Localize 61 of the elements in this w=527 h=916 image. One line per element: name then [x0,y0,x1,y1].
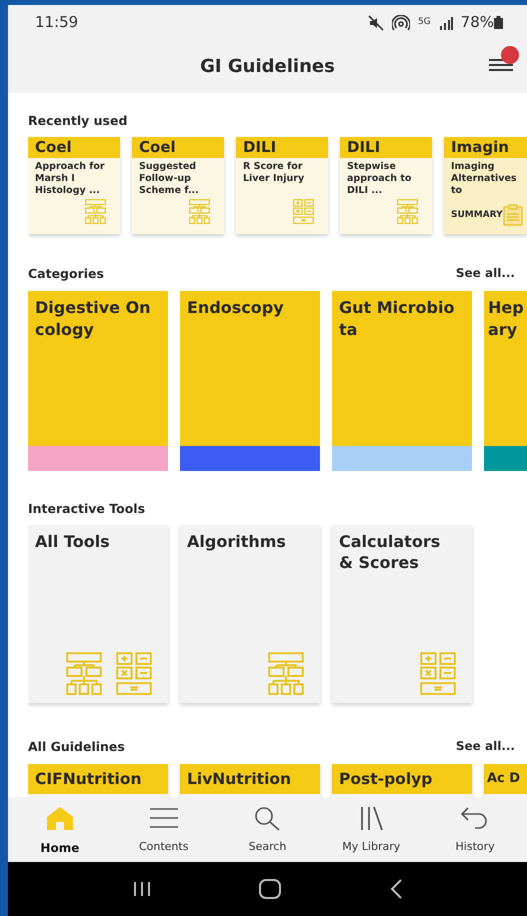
card-title: Approach for Marsh I Histology ... [34,160,106,198]
flowchart-icon [66,652,102,695]
section-heading: All Guidelines [28,738,125,754]
card-title: Hep ary [487,297,525,341]
recent-card[interactable]: Coel Approach for Marsh I Histology ... [28,137,120,234]
recent-card[interactable]: Coel Suggested Follow-up Scheme f... [132,137,224,234]
category-card[interactable]: Gut Microbio ta [332,291,472,471]
signal-icon [438,16,453,30]
back-icon[interactable] [388,878,404,900]
flowchart-icon [268,652,304,695]
card-title: Imaging Alternatives to [450,160,518,198]
recent-card[interactable]: Imagin Imaging Alternatives to SUMMARY [444,137,527,234]
mute-icon [368,14,384,30]
document-icon [503,204,523,226]
app-title: GI Guidelines [200,55,335,79]
card-title: Algorithms [186,531,287,553]
list-icon[interactable] [148,805,180,831]
see-all-link[interactable]: See all... [456,737,515,755]
card-tag: DILI [236,137,328,158]
card-title: Gut Microbio ta [338,297,456,341]
battery-level: 78% [460,12,494,34]
card-tag: Coel [28,137,120,158]
recent-card[interactable]: DILI R Score for Liver Injury [236,137,328,234]
flowchart-icon [85,198,106,224]
nav-tab[interactable]: Contents [112,797,216,862]
summary-label: SUMMARY [451,209,503,222]
card-tag: Imagin [444,137,527,158]
card-title: Suggested Follow-up Scheme f... [138,160,200,198]
tool-card[interactable]: All Tools [28,525,168,703]
card-title: Calculators & Scores [338,531,442,574]
tool-card[interactable]: Calculators & Scores [332,525,472,703]
network-type: 5G [418,16,431,29]
hotspot-icon [392,14,410,30]
calculator-icon [420,652,456,695]
flowchart-icon [397,198,418,224]
card-title: All Tools [34,531,111,553]
section-heading: Recently used [28,113,128,128]
card-title: Stepwise approach to DILI ... [346,160,412,198]
battery-icon [494,16,503,29]
card-title: Digestive On cology [34,297,152,341]
nav-tab[interactable]: History [423,797,527,862]
clock-time: 11:59 [35,12,78,34]
category-card[interactable]: Endoscopy [180,291,320,471]
card-tag: DILI [340,137,432,158]
card-title: Endoscopy [186,297,285,319]
tool-card[interactable]: Algorithms [180,525,320,703]
see-all-link[interactable]: See all... [456,264,515,282]
calculator-icon [116,652,152,695]
recent-card[interactable]: DILI Stepwise approach to DILI ... [340,137,432,234]
card-tag: Coel [132,137,224,158]
nav-tab[interactable]: Search [216,797,320,862]
search-icon[interactable] [252,805,282,831]
card-title: R Score for Liver Injury [242,160,306,186]
section-heading: Interactive Tools [28,501,146,516]
category-card[interactable]: Digestive On cology [28,291,168,471]
category-card[interactable]: Hep ary [484,291,527,471]
section-heading: Categories [28,266,104,280]
calculator-icon [293,198,314,224]
flowchart-icon [189,198,210,224]
nav-tab[interactable]: My Library [319,797,424,862]
nav-tab[interactable]: Home [8,797,112,862]
